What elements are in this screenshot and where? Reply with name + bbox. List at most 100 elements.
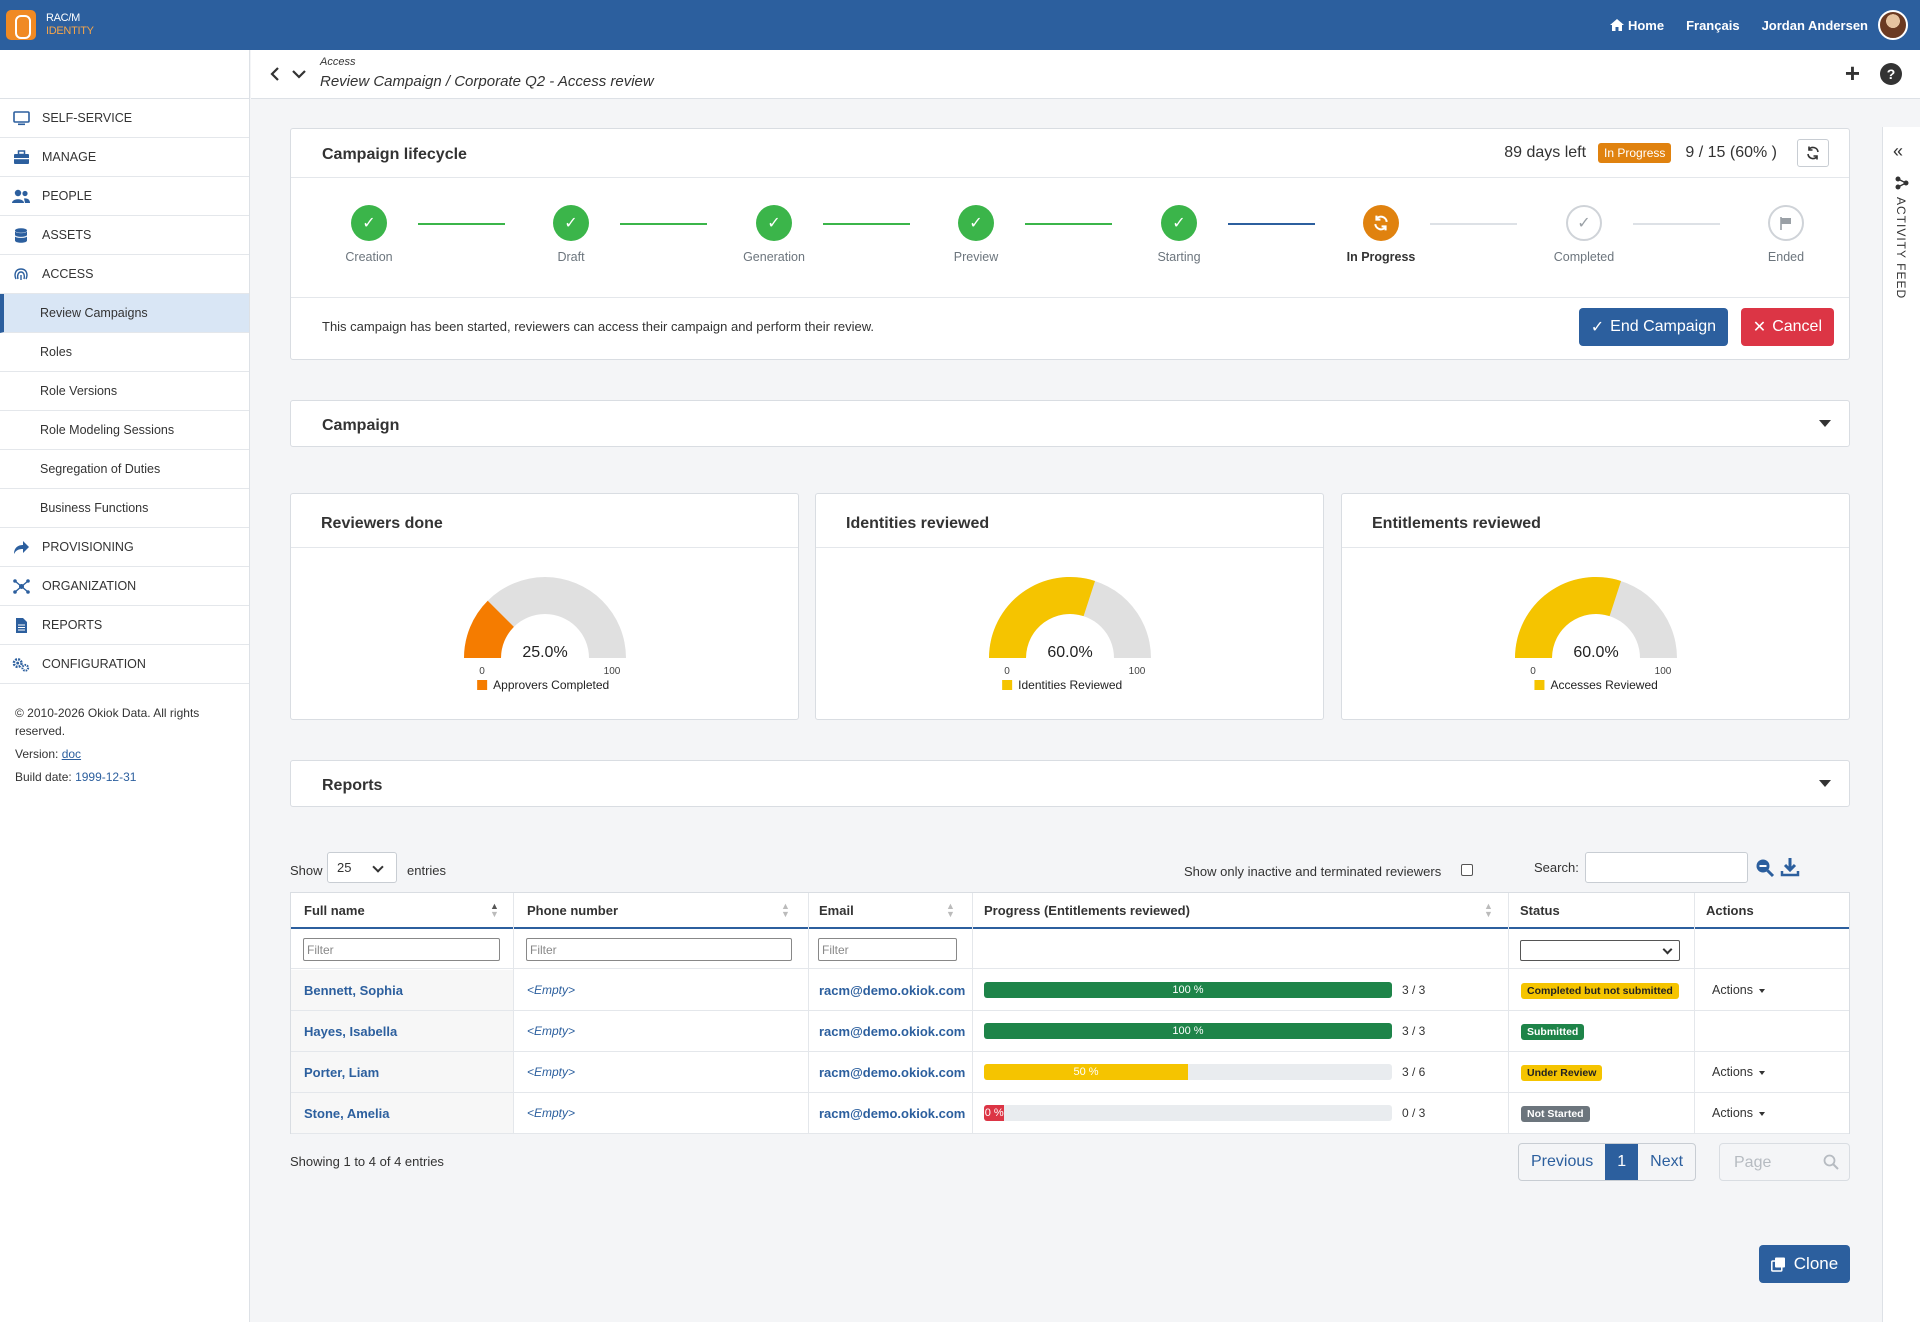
email-link[interactable]: racm@demo.okiok.com [819, 1065, 965, 1080]
sidebar-item-role-versions[interactable]: Role Versions [0, 372, 249, 411]
email-filter[interactable]: Filter [818, 938, 957, 961]
version-row: Version: doc [15, 745, 234, 763]
col-email[interactable]: Email [819, 903, 854, 918]
page-1-button[interactable]: 1 [1605, 1144, 1639, 1180]
reports-panel[interactable]: Reports [290, 760, 1850, 807]
help-icon[interactable]: ? [1880, 63, 1902, 85]
sidebar-item-role-modeling-sessions[interactable]: Role Modeling Sessions [0, 411, 249, 450]
sidebar-item-label: REPORTS [42, 618, 103, 632]
legend-swatch [477, 680, 488, 690]
sidebar-item-assets[interactable]: ASSETS [0, 216, 249, 255]
cancel-button[interactable]: ✕ Cancel [1740, 308, 1834, 346]
next-page-button[interactable]: Next [1638, 1144, 1695, 1180]
row-actions-dropdown[interactable]: Actions [1712, 1106, 1765, 1120]
step-connector [823, 223, 910, 225]
clone-button[interactable]: Clone [1759, 1245, 1850, 1283]
sort-asc-icon[interactable]: ▲ ▼ [490, 902, 499, 919]
reviewer-name-link[interactable]: Hayes, Isabella [304, 1024, 397, 1039]
col-status[interactable]: Status [1520, 903, 1560, 918]
search-input[interactable] [1585, 852, 1748, 883]
sidebar-footer: © 2010-2026 Okiok Data. All rights reser… [0, 684, 249, 806]
refresh-button[interactable] [1797, 139, 1829, 167]
email-link[interactable]: racm@demo.okiok.com [819, 1024, 965, 1039]
step-draft: ✓ Draft [511, 205, 631, 264]
gauge-max-label: 100 [604, 666, 621, 677]
sidebar-item-configuration[interactable]: CONFIGURATION [0, 645, 249, 684]
collapse-chevron-icon[interactable]: « [1893, 141, 1903, 162]
progress-count: 3 / 3 [1402, 1024, 1426, 1038]
activity-feed-rail[interactable]: « ACTIVITY FEED [1882, 127, 1920, 1322]
step-in-progress: In Progress [1321, 205, 1441, 264]
page-size-select[interactable]: 25 [327, 852, 397, 883]
reviewer-name-link[interactable]: Porter, Liam [304, 1065, 379, 1080]
sidebar-item-provisioning[interactable]: PROVISIONING [0, 528, 249, 567]
email-link[interactable]: racm@demo.okiok.com [819, 1106, 965, 1121]
sidebar-item-people[interactable]: PEOPLE [0, 177, 249, 216]
sort-icon[interactable]: ▲ ▼ [781, 902, 790, 919]
sidebar-item-reports[interactable]: REPORTS [0, 606, 249, 645]
database-icon [12, 227, 30, 243]
home-link[interactable]: Home [1609, 18, 1664, 33]
chevron-down-icon[interactable] [1819, 780, 1831, 787]
zoom-out-icon[interactable] [1755, 858, 1775, 878]
flag-icon [1768, 205, 1804, 241]
phone-value: <Empty> [527, 1106, 576, 1120]
sidebar-item-business-functions[interactable]: Business Functions [0, 489, 249, 528]
page-jump-input[interactable]: Page [1719, 1143, 1850, 1181]
lifecycle-header: Campaign lifecycle 89 days left In Progr… [291, 129, 1849, 178]
build-date: 1999-12-31 [75, 770, 137, 784]
step-connector [418, 223, 505, 225]
email-link[interactable]: racm@demo.okiok.com [819, 983, 965, 998]
name-filter[interactable]: Filter [303, 938, 500, 961]
row-actions-dropdown[interactable]: Actions [1712, 1065, 1765, 1079]
sidebar-item-access[interactable]: ACCESS [0, 255, 249, 294]
end-campaign-button[interactable]: ✓ End Campaign [1578, 308, 1728, 346]
sort-icon[interactable]: ▲ ▼ [946, 902, 955, 919]
previous-page-button[interactable]: Previous [1519, 1144, 1605, 1180]
step-label: Creation [345, 250, 393, 264]
breadcrumb[interactable]: Access [320, 56, 355, 68]
phone-filter[interactable]: Filter [526, 938, 792, 961]
reports-panel-title: Reports [322, 777, 383, 794]
step-connector [620, 223, 707, 225]
gauge-header: Identities reviewed [816, 494, 1323, 548]
cancel-label: Cancel [1772, 318, 1822, 335]
sync-icon [1363, 205, 1399, 241]
progress-fill: 100 % [984, 982, 1392, 998]
phone-value: <Empty> [527, 1065, 576, 1079]
reviewer-name-link[interactable]: Bennett, Sophia [304, 983, 403, 998]
sidebar-item-organization[interactable]: ORGANIZATION [0, 567, 249, 606]
days-left: 89 days left [1504, 144, 1587, 161]
language-link[interactable]: Français [1686, 18, 1739, 33]
entitlements-reviewed-card: Entitlements reviewed 60.0% 0 100 Accesses … [1341, 493, 1850, 720]
search-icon[interactable] [1823, 1154, 1839, 1170]
logo-badge-icon [6, 10, 36, 40]
sidebar-item-review-campaigns[interactable]: Review Campaigns [0, 294, 249, 333]
col-full-name[interactable]: Full name [304, 903, 365, 918]
add-icon[interactable]: + [1845, 60, 1860, 86]
legend-swatch [1534, 680, 1545, 690]
col-phone-number[interactable]: Phone number [527, 903, 618, 918]
col-progress[interactable]: Progress (Entitlements reviewed) [984, 903, 1190, 918]
sidebar-item-self-service[interactable]: SELF-SERVICE [0, 99, 249, 138]
status-filter-select[interactable] [1520, 940, 1680, 961]
sidebar-item-label: SELF-SERVICE [42, 111, 133, 125]
step-label: Ended [1767, 250, 1805, 264]
sidebar-item-manage[interactable]: MANAGE [0, 138, 249, 177]
sort-icon[interactable]: ▲ ▼ [1484, 902, 1493, 919]
user-menu[interactable]: Jordan Andersen [1762, 18, 1868, 33]
fingerprint-icon [12, 266, 30, 282]
reviewers-done-card: Reviewers done 25.0% 0 100 Approvers Comple… [290, 493, 799, 720]
sidebar-item-segregation-of-duties[interactable]: Segregation of Duties [0, 450, 249, 489]
racm-logo[interactable]: RAC/M IDENTITY [6, 10, 98, 40]
sidebar-item-roles[interactable]: Roles [0, 333, 249, 372]
inactive-filter-checkbox[interactable] [1461, 864, 1473, 876]
download-icon[interactable] [1780, 857, 1800, 877]
chevron-down-icon[interactable] [1819, 420, 1831, 427]
progress-fill: 50 % [984, 1064, 1188, 1080]
avatar[interactable] [1878, 10, 1908, 40]
version-link[interactable]: doc [62, 747, 81, 761]
reviewer-name-link[interactable]: Stone, Amelia [304, 1106, 389, 1121]
campaign-panel[interactable]: Campaign [290, 400, 1850, 447]
row-actions-dropdown[interactable]: Actions [1712, 983, 1765, 997]
